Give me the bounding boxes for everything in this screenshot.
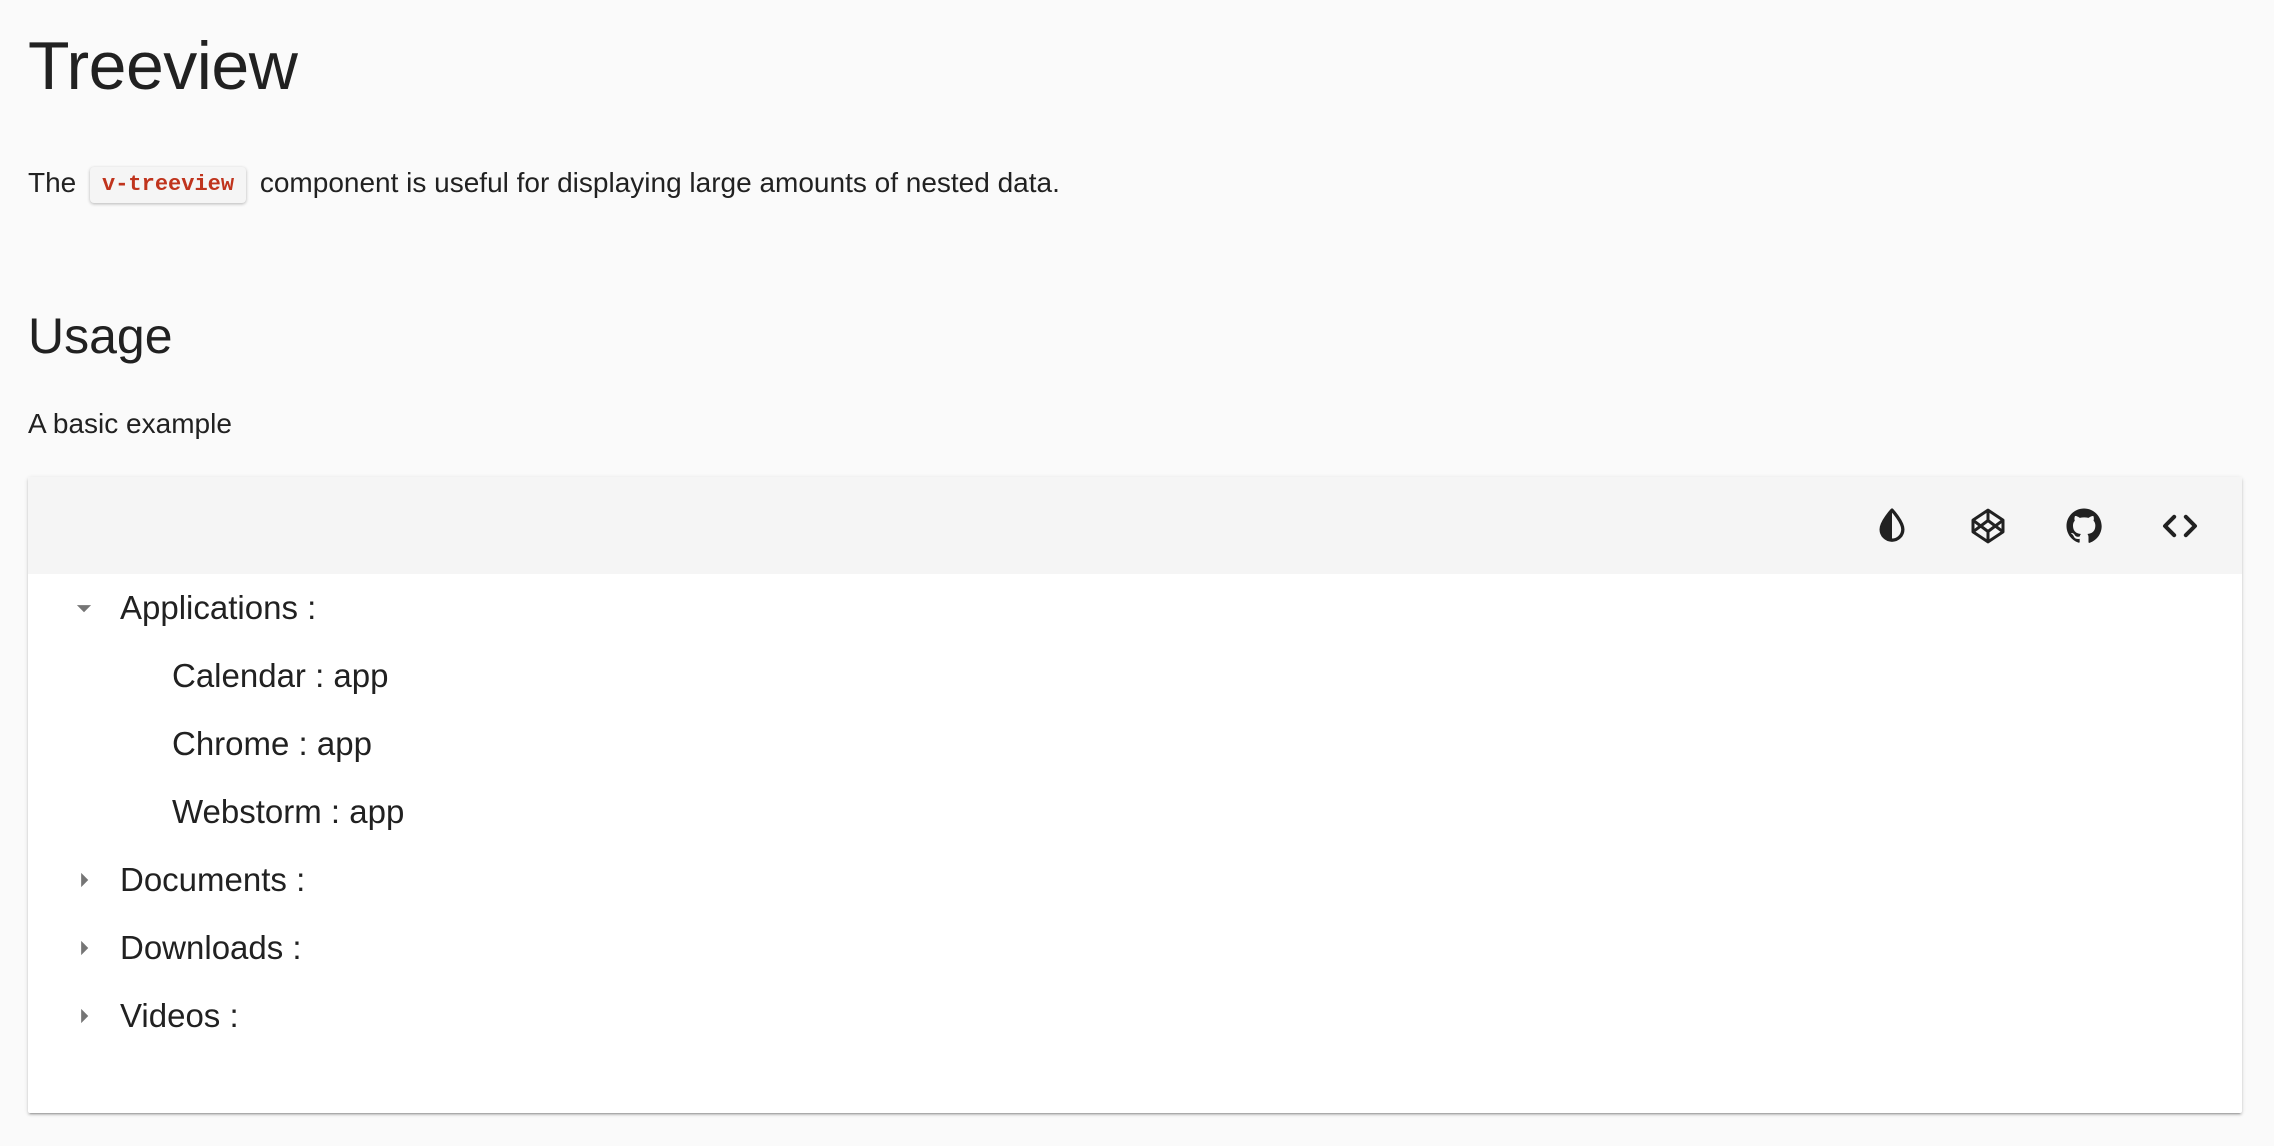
node-toggle[interactable]	[64, 928, 104, 968]
invert-colors-icon	[1879, 508, 1905, 542]
tree-node-label[interactable]: Documents :	[120, 861, 305, 899]
codepen-button[interactable]	[1960, 498, 2016, 554]
code-icon	[2163, 514, 2197, 538]
intro-after: component is useful for displaying large…	[259, 167, 1060, 198]
tree-node-label[interactable]: Webstorm : app	[172, 793, 404, 831]
component-code-tag: v-treeview	[90, 167, 247, 203]
caret-down-icon	[76, 605, 92, 613]
page: Treeview The v-treeview component is use…	[0, 0, 2274, 1146]
example-card: Applications : Calendar : app Chrome : a…	[28, 477, 2242, 1113]
usage-heading: Usage	[28, 308, 173, 364]
node-toggle[interactable]	[64, 996, 104, 1036]
caret-right-icon	[81, 872, 89, 888]
node-toggle[interactable]	[64, 860, 104, 900]
tree-node-label[interactable]: Chrome : app	[172, 725, 372, 763]
caret-right-icon	[81, 940, 89, 956]
caret-right-icon	[81, 1008, 89, 1024]
usage-description: A basic example	[28, 408, 232, 439]
intro-text: The v-treeview component is useful for d…	[28, 162, 1060, 204]
example-toolbar	[28, 477, 2242, 574]
codepen-icon	[1971, 508, 2005, 544]
tree-node-label[interactable]: Applications :	[120, 589, 316, 627]
tree-node-label[interactable]: Calendar : app	[172, 657, 388, 695]
tree-node-label[interactable]: Videos :	[120, 997, 239, 1035]
github-icon	[2066, 508, 2102, 543]
tree-node-label[interactable]: Downloads :	[120, 929, 302, 967]
page-title: Treeview	[28, 28, 298, 104]
invert-colors-button[interactable]	[1864, 498, 1920, 554]
intro-before: The	[28, 167, 77, 198]
node-toggle[interactable]	[64, 588, 104, 628]
github-button[interactable]	[2056, 498, 2112, 554]
view-source-button[interactable]	[2152, 498, 2208, 554]
